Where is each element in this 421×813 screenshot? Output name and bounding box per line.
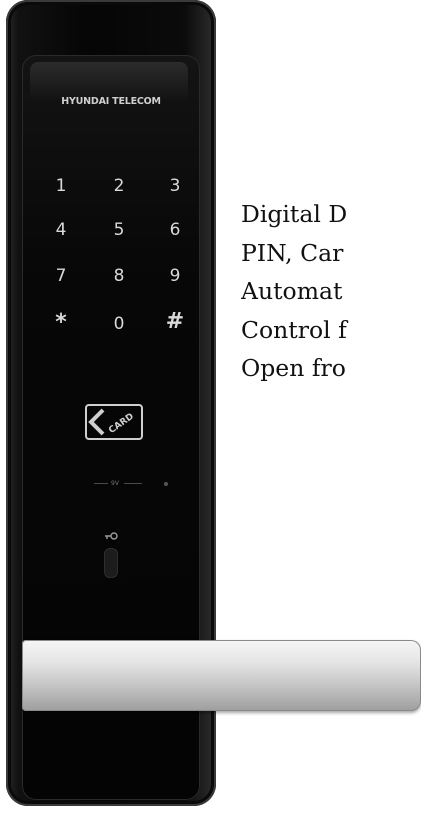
indicator-led (164, 482, 168, 486)
card-label: CARD (107, 412, 136, 436)
door-handle (22, 640, 421, 711)
key-5: 5 (113, 220, 125, 240)
key-0: 0 (113, 314, 125, 334)
key-8: 8 (113, 266, 125, 286)
key-3: 3 (169, 176, 181, 196)
feature-line: Open fro (241, 354, 346, 382)
battery-indicator-label: 9V (111, 480, 119, 487)
indicator-line-right (124, 483, 142, 484)
feature-list: Digital D PIN, Car Automat Control f Ope… (241, 195, 421, 388)
feature-line: PIN, Car (241, 238, 344, 267)
mechanical-key-slot (104, 548, 118, 578)
indicator-line-left (94, 483, 108, 484)
brand-logo: HYUNDAI TELECOM (61, 96, 161, 107)
feature-line: Automat (241, 277, 343, 305)
key-hash: # (165, 309, 185, 334)
feature-line: Digital D (241, 200, 348, 228)
product-scene: HYUNDAI TELECOM 1 2 3 4 5 6 7 8 9 * 0 # … (0, 0, 421, 813)
key-9: 9 (169, 266, 181, 286)
key-4: 4 (55, 220, 67, 240)
card-reader-icon: CARD (85, 404, 143, 440)
key-1: 1 (55, 176, 67, 196)
key-6: 6 (169, 220, 181, 240)
key-icon (105, 532, 118, 540)
key-7: 7 (55, 266, 67, 286)
key-star: * (55, 310, 67, 335)
feature-line: Control f (241, 315, 347, 344)
key-2: 2 (113, 176, 125, 196)
